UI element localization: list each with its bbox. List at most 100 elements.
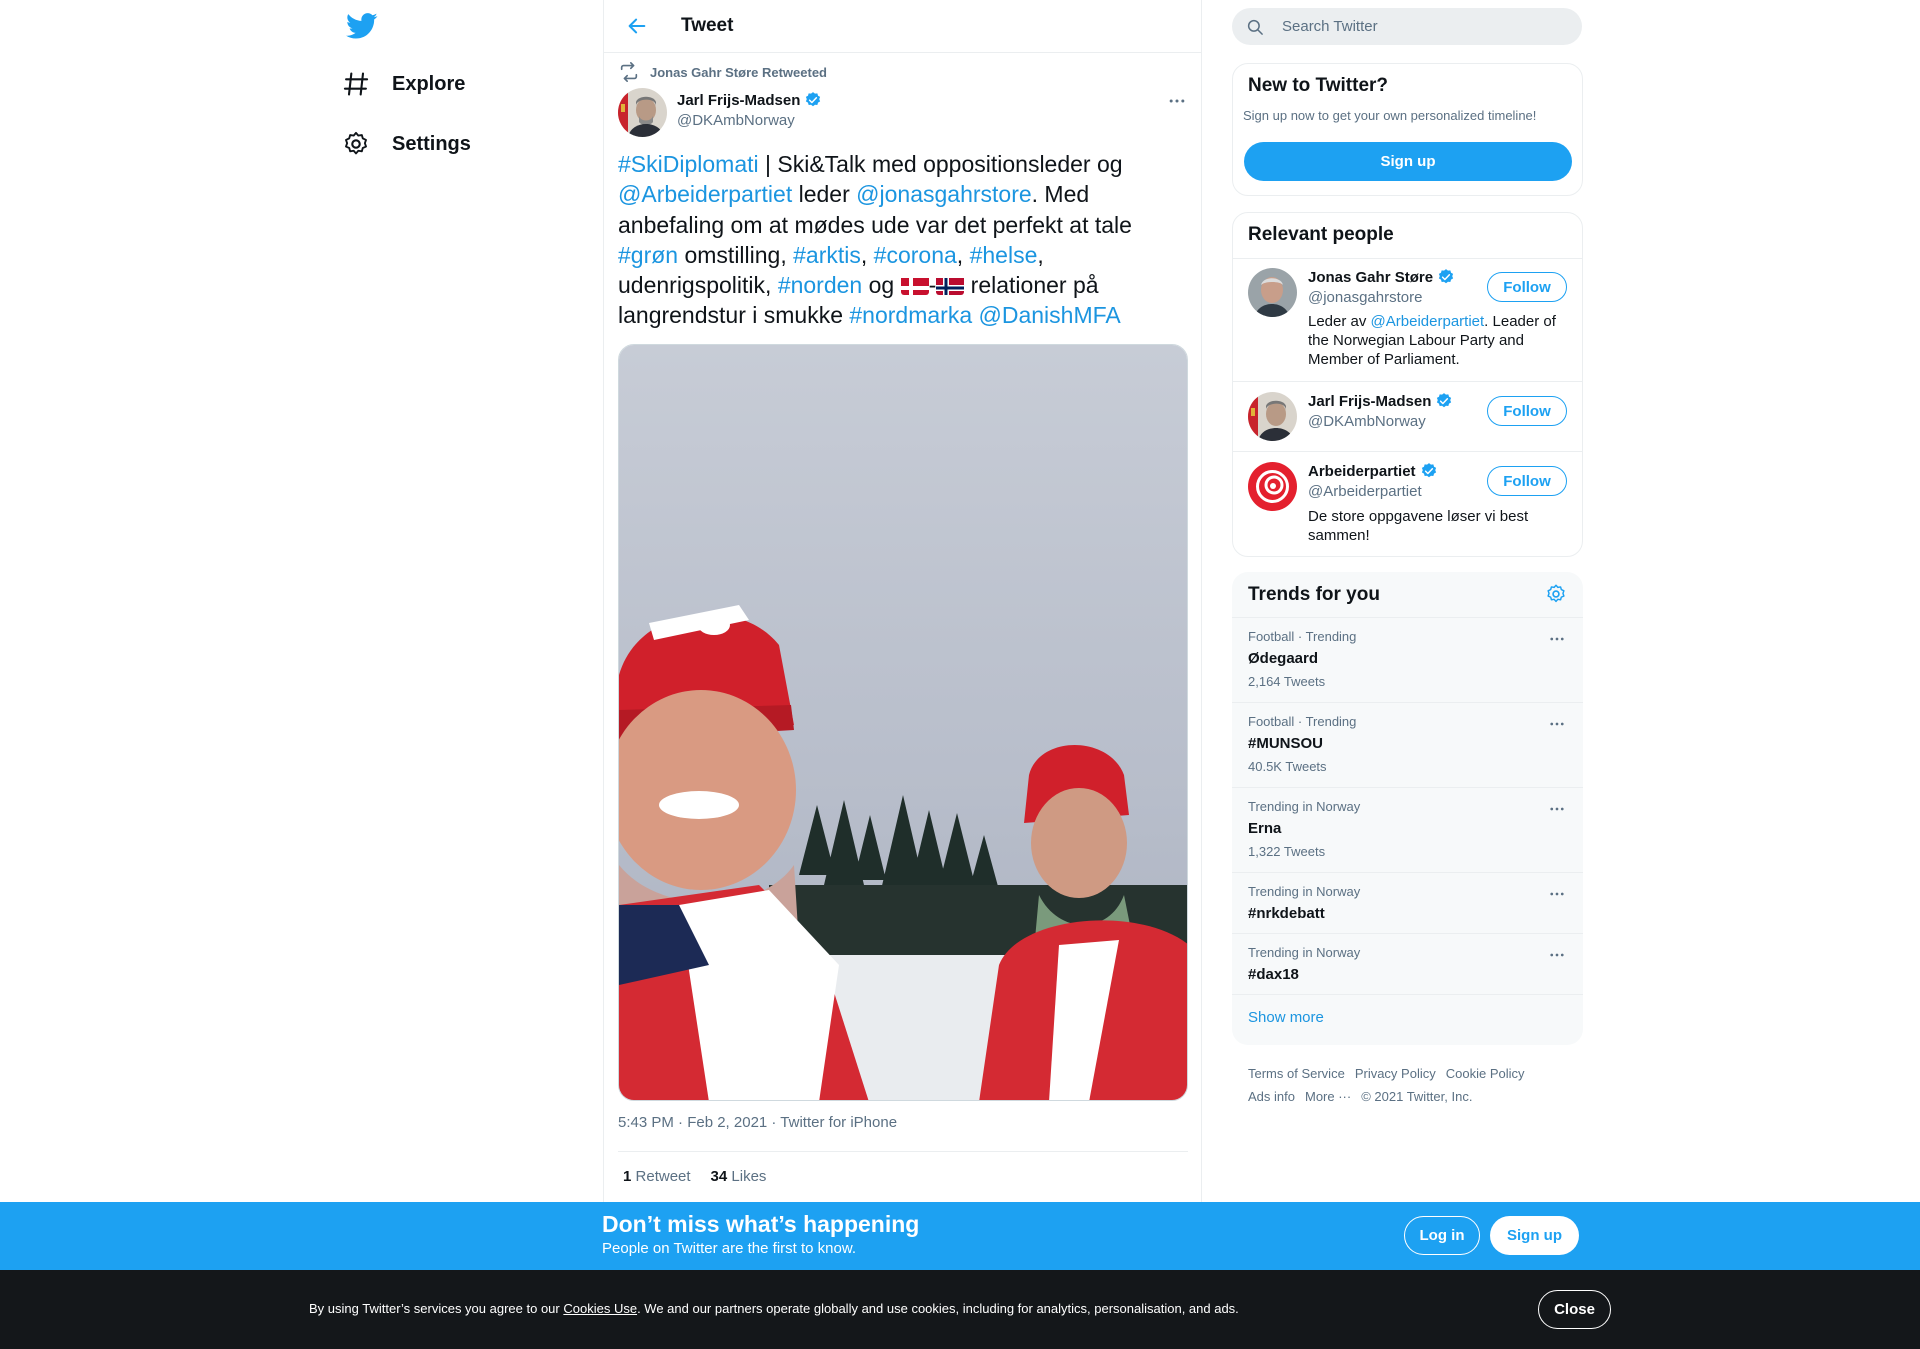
nav-settings[interactable]: Settings xyxy=(342,118,471,170)
trends-settings-icon[interactable] xyxy=(1545,583,1567,610)
relevant-people-title: Relevant people xyxy=(1248,224,1394,245)
trend-item[interactable]: Trending in Norway Erna 1,322 Tweets xyxy=(1232,787,1583,872)
mention-link[interactable]: @Arbeiderpartiet xyxy=(618,181,792,207)
retweet-icon xyxy=(620,62,638,82)
trend-more-button[interactable] xyxy=(1542,794,1572,824)
retweets-label: Retweet xyxy=(635,1168,691,1185)
more-dots-icon xyxy=(1550,637,1564,641)
likes-stat[interactable]: 34 Likes xyxy=(711,1168,767,1185)
search-box[interactable] xyxy=(1232,8,1582,45)
follow-button[interactable]: Follow xyxy=(1487,272,1567,302)
trend-more-button[interactable] xyxy=(1542,940,1572,970)
hashtag-link[interactable]: #SkiDiplomati xyxy=(618,151,759,177)
trend-item[interactable]: Football · Trending Ødegaard 2,164 Tweet… xyxy=(1232,617,1583,702)
trend-more-button[interactable] xyxy=(1542,624,1572,654)
person-name[interactable]: Arbeiderpartiet xyxy=(1308,462,1438,480)
hashtag-link[interactable]: #norden xyxy=(778,272,862,298)
signup-button[interactable]: Sign up xyxy=(1490,1216,1579,1255)
person-name[interactable]: Jarl Frijs-Madsen xyxy=(1308,392,1453,410)
terms-link[interactable]: Terms of Service xyxy=(1248,1066,1345,1081)
new-to-twitter-title: New to Twitter? xyxy=(1248,75,1389,96)
hashtag-link[interactable]: #arktis xyxy=(793,242,861,268)
trend-item[interactable]: Football · Trending #MUNSOU 40.5K Tweets xyxy=(1232,702,1583,787)
person-bio: Leder av @Arbeiderpartiet. Leader of the… xyxy=(1308,312,1578,369)
verified-badge-icon xyxy=(1438,269,1454,284)
privacy-link[interactable]: Privacy Policy xyxy=(1355,1066,1436,1081)
tweet-timestamp[interactable]: 5:43 PM · Feb 2, 2021 · Twitter for iPho… xyxy=(618,1114,897,1131)
back-button[interactable] xyxy=(617,6,657,46)
hashtag-link[interactable]: #grøn xyxy=(618,242,678,268)
more-dots-icon xyxy=(1550,807,1564,811)
trend-context: Trending in Norway xyxy=(1248,799,1361,814)
tweet-text-part: omstilling, xyxy=(678,241,794,268)
mention-link[interactable]: @Arbeiderpartiet xyxy=(1371,313,1485,330)
mention-link[interactable]: @jonasgahrstore xyxy=(856,181,1032,207)
cookie-text-post: . We and our partners operate globally a… xyxy=(637,1301,1239,1316)
person-handle[interactable]: @DKAmbNorway xyxy=(1308,413,1426,430)
page-title: Tweet xyxy=(681,15,734,36)
search-icon xyxy=(1247,19,1263,35)
ads-info-link[interactable]: Ads info xyxy=(1248,1089,1295,1104)
tweet-text-part: leder xyxy=(792,181,857,208)
person-name[interactable]: Jonas Gahr Støre xyxy=(1308,268,1455,286)
retweet-context[interactable]: Jonas Gahr Støre Retweeted xyxy=(618,62,827,82)
sidebar-signup-button[interactable]: Sign up xyxy=(1244,142,1572,181)
trend-item[interactable]: Trending in Norway #dax18 xyxy=(1232,933,1583,994)
trend-count: 2,164 Tweets xyxy=(1248,674,1326,689)
more-link[interactable]: More ··· xyxy=(1305,1089,1351,1104)
trend-more-button[interactable] xyxy=(1542,709,1572,739)
banner-title: Don’t miss what’s happening xyxy=(602,1211,920,1237)
more-dots-icon xyxy=(1550,722,1564,726)
follow-button[interactable]: Follow xyxy=(1487,396,1567,426)
trend-count: 40.5K Tweets xyxy=(1248,759,1327,774)
person-avatar[interactable] xyxy=(1248,268,1297,317)
search-input[interactable] xyxy=(1282,18,1562,35)
trend-more-button[interactable] xyxy=(1542,879,1572,909)
mention-link[interactable]: @DanishMFA xyxy=(979,302,1121,328)
cookie-policy-link[interactable]: Cookie Policy xyxy=(1446,1066,1525,1081)
trend-name: Ødegaard xyxy=(1248,650,1319,667)
login-button[interactable]: Log in xyxy=(1404,1216,1480,1255)
person-handle[interactable]: @Arbeiderpartiet xyxy=(1308,483,1422,500)
gear-icon xyxy=(345,131,367,155)
trend-context: Trending in Norway xyxy=(1248,884,1361,899)
person-avatar[interactable] xyxy=(1248,392,1297,441)
trend-item[interactable]: Trending in Norway #nrkdebatt xyxy=(1232,872,1583,933)
hashtag-link[interactable]: #corona xyxy=(874,242,957,268)
tweet-text-part: , xyxy=(860,241,874,268)
author-handle[interactable]: @DKAmbNorway xyxy=(677,112,795,129)
show-more-link[interactable]: Show more xyxy=(1248,1009,1324,1026)
person-handle[interactable]: @jonasgahrstore xyxy=(1308,289,1422,306)
signup-banner xyxy=(0,1202,1920,1270)
nav-settings-label: Settings xyxy=(392,132,471,155)
banner-subtitle: People on Twitter are the first to know. xyxy=(602,1240,857,1257)
author-name[interactable]: Jarl Frijs-Madsen xyxy=(677,91,822,109)
hashtag-link[interactable]: #helse xyxy=(970,242,1038,268)
follow-button[interactable]: Follow xyxy=(1487,466,1567,496)
trend-context: Trending in Norway xyxy=(1248,945,1361,960)
twitter-logo-icon[interactable] xyxy=(346,10,386,44)
trend-count: 1,322 Tweets xyxy=(1248,844,1326,859)
verified-badge-icon xyxy=(806,92,821,107)
tweet-photo[interactable] xyxy=(618,344,1188,1101)
cookie-text: By using Twitter’s services you agree to… xyxy=(309,1301,1239,1316)
author-avatar[interactable] xyxy=(618,88,667,137)
person-avatar[interactable] xyxy=(1248,462,1297,511)
author-name-text: Jarl Frijs-Madsen xyxy=(677,91,801,109)
trend-context: Football · Trending xyxy=(1248,629,1357,644)
retweets-stat[interactable]: 1 Retweet xyxy=(623,1168,691,1185)
nav-explore-label: Explore xyxy=(392,72,466,95)
trend-name: #MUNSOU xyxy=(1248,735,1324,752)
trend-name: #dax18 xyxy=(1248,966,1299,983)
cookies-use-link[interactable]: Cookies Use xyxy=(563,1301,637,1316)
tweet-header: Tweet xyxy=(604,0,1201,53)
tweet-stats: 1 Retweet 34 Likes xyxy=(618,1151,1188,1201)
nav-explore[interactable]: Explore xyxy=(342,58,465,110)
arrow-left-icon xyxy=(628,18,646,34)
tweet-text-part: , xyxy=(956,241,970,268)
person-bio: De store oppgavene løser vi best sammen! xyxy=(1308,508,1529,544)
tweet-more-button[interactable] xyxy=(1162,86,1192,116)
copyright: © 2021 Twitter, Inc. xyxy=(1361,1089,1473,1104)
cookie-close-button[interactable]: Close xyxy=(1538,1290,1611,1329)
hashtag-link[interactable]: #nordmarka xyxy=(849,302,972,328)
